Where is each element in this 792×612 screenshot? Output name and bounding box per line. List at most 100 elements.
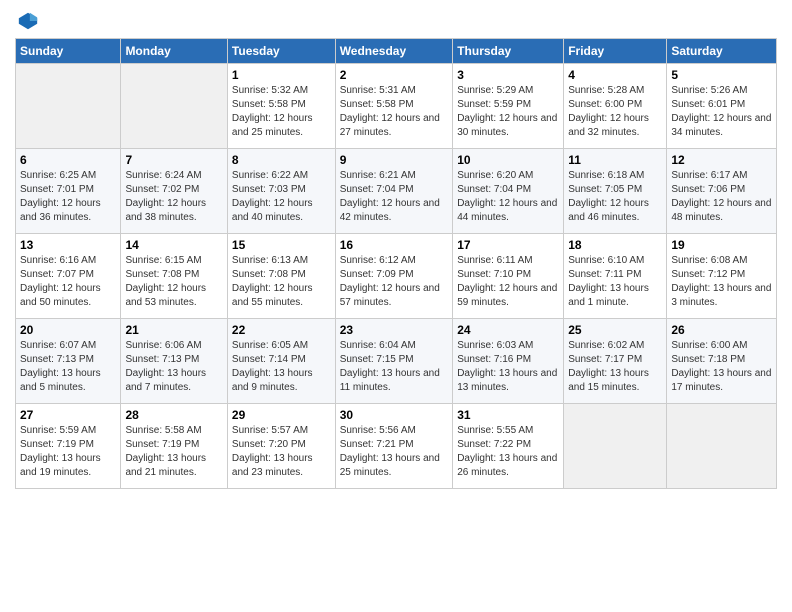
day-info: Sunrise: 6:08 AMSunset: 7:12 PMDaylight:… (671, 254, 772, 310)
day-info: Sunrise: 6:10 AMSunset: 7:11 PMDaylight:… (568, 254, 662, 310)
day-number: 8 (232, 153, 331, 167)
day-info: Sunrise: 6:02 AMSunset: 7:17 PMDaylight:… (568, 339, 662, 395)
week-row-4: 20Sunrise: 6:07 AMSunset: 7:13 PMDayligh… (16, 319, 777, 404)
day-number: 1 (232, 68, 331, 82)
calendar-cell: 20Sunrise: 6:07 AMSunset: 7:13 PMDayligh… (16, 319, 121, 404)
day-info: Sunrise: 5:56 AMSunset: 7:21 PMDaylight:… (340, 424, 449, 480)
calendar-cell: 14 Sunrise: 6:15 AMSunset: 7:08 PMDayligh… (121, 234, 227, 319)
day-number: 15 (232, 238, 331, 252)
day-info: Sunrise: 5:57 AMSunset: 7:20 PMDaylight:… (232, 424, 331, 480)
day-number: 19 (671, 238, 772, 252)
day-info: Sunrise: 6:12 AMSunset: 7:09 PMDaylight:… (340, 254, 449, 310)
calendar-cell: 12 Sunrise: 6:17 AMSunset: 7:06 PMDayligh… (667, 149, 777, 234)
day-info: Sunrise: 6:25 AMSunset: 7:01 PMDaylight:… (20, 169, 116, 225)
day-header-friday: Friday (564, 39, 667, 64)
day-number: 13 (20, 238, 116, 252)
calendar-cell: 19 Sunrise: 6:08 AMSunset: 7:12 PMDayligh… (667, 234, 777, 319)
day-number: 26 (671, 323, 772, 337)
day-number: 25 (568, 323, 662, 337)
day-info: Sunrise: 5:31 AMSunset: 5:58 PMDaylight:… (340, 84, 449, 140)
calendar-cell: 15 Sunrise: 6:13 AMSunset: 7:08 PMDayligh… (227, 234, 335, 319)
calendar-body: 1 Sunrise: 5:32 AMSunset: 5:58 PMDaylight… (16, 64, 777, 489)
calendar-cell: 28Sunrise: 5:58 AMSunset: 7:19 PMDayligh… (121, 404, 227, 489)
calendar-cell: 29 Sunrise: 5:57 AMSunset: 7:20 PMDayligh… (227, 404, 335, 489)
day-number: 11 (568, 153, 662, 167)
calendar-cell (121, 64, 227, 149)
day-info: Sunrise: 6:04 AMSunset: 7:15 PMDaylight:… (340, 339, 449, 395)
calendar-cell: 17 Sunrise: 6:11 AMSunset: 7:10 PMDayligh… (453, 234, 564, 319)
calendar-cell: 18 Sunrise: 6:10 AMSunset: 7:11 PMDayligh… (564, 234, 667, 319)
day-info: Sunrise: 6:15 AMSunset: 7:08 PMDaylight:… (125, 254, 222, 310)
calendar-cell: 13 Sunrise: 6:16 AMSunset: 7:07 PMDayligh… (16, 234, 121, 319)
day-header-wednesday: Wednesday (335, 39, 453, 64)
calendar-cell: 22 Sunrise: 6:05 AMSunset: 7:14 PMDayligh… (227, 319, 335, 404)
day-info: Sunrise: 6:21 AMSunset: 7:04 PMDaylight:… (340, 169, 449, 225)
day-number: 2 (340, 68, 449, 82)
calendar-cell: 16 Sunrise: 6:12 AMSunset: 7:09 PMDayligh… (335, 234, 453, 319)
day-info: Sunrise: 6:06 AMSunset: 7:13 PMDaylight:… (125, 339, 222, 395)
day-info: Sunrise: 6:18 AMSunset: 7:05 PMDaylight:… (568, 169, 662, 225)
day-number: 14 (125, 238, 222, 252)
day-number: 18 (568, 238, 662, 252)
calendar-cell: 5 Sunrise: 5:26 AMSunset: 6:01 PMDaylight… (667, 64, 777, 149)
day-number: 29 (232, 408, 331, 422)
calendar-cell (16, 64, 121, 149)
calendar-cell: 7 Sunrise: 6:24 AMSunset: 7:02 PMDaylight… (121, 149, 227, 234)
calendar-cell: 1 Sunrise: 5:32 AMSunset: 5:58 PMDaylight… (227, 64, 335, 149)
day-number: 28 (125, 408, 222, 422)
day-info: Sunrise: 5:28 AMSunset: 6:00 PMDaylight:… (568, 84, 662, 140)
calendar-cell: 26 Sunrise: 6:00 AMSunset: 7:18 PMDayligh… (667, 319, 777, 404)
calendar-cell (667, 404, 777, 489)
day-info: Sunrise: 5:26 AMSunset: 6:01 PMDaylight:… (671, 84, 772, 140)
day-info: Sunrise: 6:00 AMSunset: 7:18 PMDaylight:… (671, 339, 772, 395)
calendar-cell: 10 Sunrise: 6:20 AMSunset: 7:04 PMDayligh… (453, 149, 564, 234)
day-number: 5 (671, 68, 772, 82)
day-number: 7 (125, 153, 222, 167)
calendar-cell: 4Sunrise: 5:28 AMSunset: 6:00 PMDaylight… (564, 64, 667, 149)
day-number: 31 (457, 408, 559, 422)
day-header-saturday: Saturday (667, 39, 777, 64)
day-number: 9 (340, 153, 449, 167)
calendar-cell: 23 Sunrise: 6:04 AMSunset: 7:15 PMDayligh… (335, 319, 453, 404)
calendar-cell: 8 Sunrise: 6:22 AMSunset: 7:03 PMDaylight… (227, 149, 335, 234)
calendar-header-row: SundayMondayTuesdayWednesdayThursdayFrid… (16, 39, 777, 64)
day-info: Sunrise: 6:05 AMSunset: 7:14 PMDaylight:… (232, 339, 331, 395)
day-number: 6 (20, 153, 116, 167)
calendar-cell: 11 Sunrise: 6:18 AMSunset: 7:05 PMDayligh… (564, 149, 667, 234)
calendar-cell: 9 Sunrise: 6:21 AMSunset: 7:04 PMDaylight… (335, 149, 453, 234)
calendar-cell (564, 404, 667, 489)
day-info: Sunrise: 6:22 AMSunset: 7:03 PMDaylight:… (232, 169, 331, 225)
day-header-thursday: Thursday (453, 39, 564, 64)
day-info: Sunrise: 6:17 AMSunset: 7:06 PMDaylight:… (671, 169, 772, 225)
day-info: Sunrise: 6:07 AMSunset: 7:13 PMDaylight:… (20, 339, 116, 395)
day-number: 23 (340, 323, 449, 337)
day-info: Sunrise: 6:11 AMSunset: 7:10 PMDaylight:… (457, 254, 559, 310)
calendar-cell: 3 Sunrise: 5:29 AMSunset: 5:59 PMDaylight… (453, 64, 564, 149)
day-number: 3 (457, 68, 559, 82)
day-number: 21 (125, 323, 222, 337)
day-number: 12 (671, 153, 772, 167)
day-info: Sunrise: 6:20 AMSunset: 7:04 PMDaylight:… (457, 169, 559, 225)
calendar-cell: 2 Sunrise: 5:31 AMSunset: 5:58 PMDaylight… (335, 64, 453, 149)
day-info: Sunrise: 5:32 AMSunset: 5:58 PMDaylight:… (232, 84, 331, 140)
day-number: 16 (340, 238, 449, 252)
day-info: Sunrise: 6:16 AMSunset: 7:07 PMDaylight:… (20, 254, 116, 310)
day-info: Sunrise: 5:55 AMSunset: 7:22 PMDaylight:… (457, 424, 559, 480)
day-number: 17 (457, 238, 559, 252)
day-number: 30 (340, 408, 449, 422)
page-header (15, 10, 777, 32)
day-info: Sunrise: 6:13 AMSunset: 7:08 PMDaylight:… (232, 254, 331, 310)
day-header-monday: Monday (121, 39, 227, 64)
week-row-2: 6 Sunrise: 6:25 AMSunset: 7:01 PMDaylight… (16, 149, 777, 234)
day-header-tuesday: Tuesday (227, 39, 335, 64)
day-info: Sunrise: 6:24 AMSunset: 7:02 PMDaylight:… (125, 169, 222, 225)
logo (15, 10, 39, 32)
day-number: 10 (457, 153, 559, 167)
week-row-3: 13 Sunrise: 6:16 AMSunset: 7:07 PMDayligh… (16, 234, 777, 319)
day-number: 22 (232, 323, 331, 337)
calendar-cell: 24Sunrise: 6:03 AMSunset: 7:16 PMDayligh… (453, 319, 564, 404)
calendar-cell: 27Sunrise: 5:59 AMSunset: 7:19 PMDayligh… (16, 404, 121, 489)
logo-icon (17, 10, 39, 32)
day-info: Sunrise: 5:29 AMSunset: 5:59 PMDaylight:… (457, 84, 559, 140)
day-number: 24 (457, 323, 559, 337)
